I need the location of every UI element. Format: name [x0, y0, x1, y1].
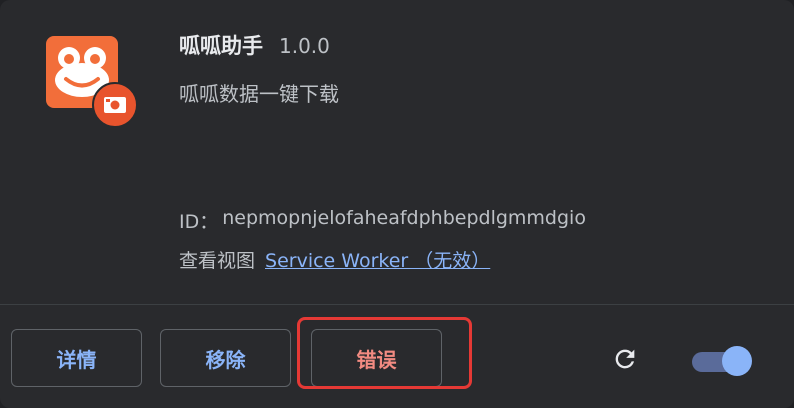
- divider: [0, 304, 794, 305]
- extension-card: 呱呱助手 1.0.0 呱呱数据一键下载 ID： nepmopnjelofahea…: [0, 0, 794, 408]
- remove-button[interactable]: 移除: [160, 329, 291, 387]
- camera-badge-icon: [92, 82, 138, 128]
- reload-button[interactable]: [608, 342, 642, 376]
- service-worker-link[interactable]: Service Worker （无效）: [265, 246, 490, 273]
- errors-highlight-box: [297, 317, 472, 389]
- extension-name: 呱呱助手: [179, 34, 263, 58]
- inspect-views-label: 查看视图: [179, 250, 256, 272]
- extension-id-label: ID：: [179, 211, 219, 233]
- reload-icon: [615, 349, 635, 369]
- extension-id-row: ID： nepmopnjelofaheafdphbepdlgmmdgio: [179, 207, 586, 234]
- extension-description: 呱呱数据一键下载: [179, 82, 339, 106]
- inspect-views-row: 查看视图 Service Worker （无效）: [179, 246, 490, 273]
- extension-header: 呱呱助手 1.0.0: [179, 30, 330, 60]
- enable-toggle[interactable]: [692, 344, 752, 376]
- extension-id-value: nepmopnjelofaheafdphbepdlgmmdgio: [222, 207, 586, 229]
- details-button[interactable]: 详情: [11, 329, 142, 387]
- extension-version: 1.0.0: [279, 34, 330, 58]
- toggle-knob: [722, 346, 752, 376]
